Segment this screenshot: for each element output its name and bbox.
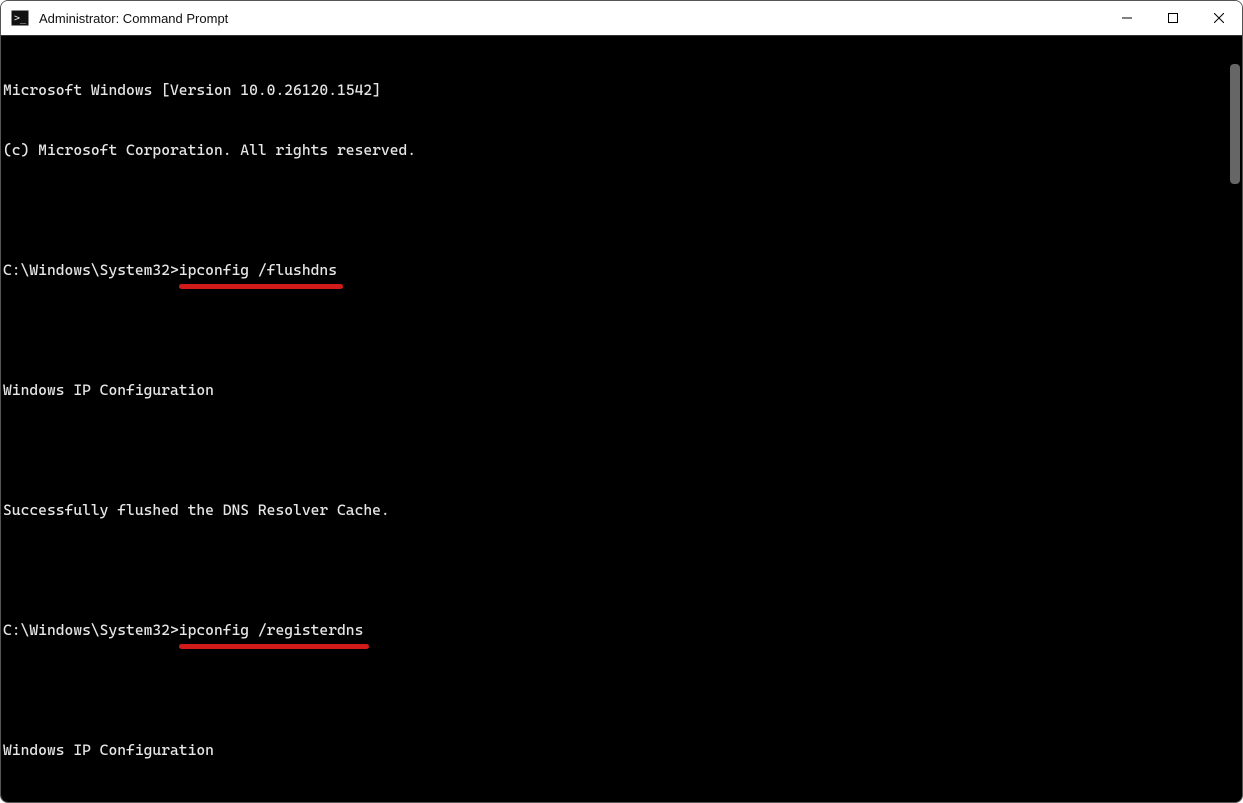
output-line: Microsoft Windows [Version 10.0.26120.15… xyxy=(3,80,1222,100)
prompt: C:\Windows\System32> xyxy=(3,261,179,279)
svg-text:>_: >_ xyxy=(14,13,27,24)
minimize-icon xyxy=(1122,13,1132,23)
prompt: C:\Windows\System32> xyxy=(3,621,179,639)
window-title: Administrator: Command Prompt xyxy=(39,11,228,26)
blank-line xyxy=(3,560,1222,580)
window-controls xyxy=(1104,1,1242,35)
scrollbar-track[interactable] xyxy=(1224,36,1242,802)
output-line: Windows IP Configuration xyxy=(3,740,1222,760)
output-line: (c) Microsoft Corporation. All rights re… xyxy=(3,140,1222,160)
maximize-icon xyxy=(1168,13,1178,23)
maximize-button[interactable] xyxy=(1150,1,1196,35)
blank-line xyxy=(3,800,1222,802)
command-prompt-window: >_ Administrator: Command Prompt Microso… xyxy=(0,0,1243,803)
prompt-line: C:\Windows\System32>ipconfig /flushdns xyxy=(3,260,1222,280)
terminal-output: Microsoft Windows [Version 10.0.26120.15… xyxy=(1,36,1224,802)
output-line: Windows IP Configuration xyxy=(3,380,1222,400)
output-line: Successfully flushed the DNS Resolver Ca… xyxy=(3,500,1222,520)
blank-line xyxy=(3,200,1222,220)
close-icon xyxy=(1214,13,1224,23)
cmd-app-icon: >_ xyxy=(11,9,29,27)
command-text: ipconfig /flushdns xyxy=(179,260,337,280)
blank-line xyxy=(3,320,1222,340)
blank-line xyxy=(3,440,1222,460)
minimize-button[interactable] xyxy=(1104,1,1150,35)
command-text: ipconfig /registerdns xyxy=(179,620,364,640)
terminal-area[interactable]: Microsoft Windows [Version 10.0.26120.15… xyxy=(1,35,1242,802)
prompt-line: C:\Windows\System32>ipconfig /registerdn… xyxy=(3,620,1222,640)
close-button[interactable] xyxy=(1196,1,1242,35)
blank-line xyxy=(3,680,1222,700)
titlebar[interactable]: >_ Administrator: Command Prompt xyxy=(1,1,1242,35)
scrollbar-thumb[interactable] xyxy=(1230,64,1240,184)
